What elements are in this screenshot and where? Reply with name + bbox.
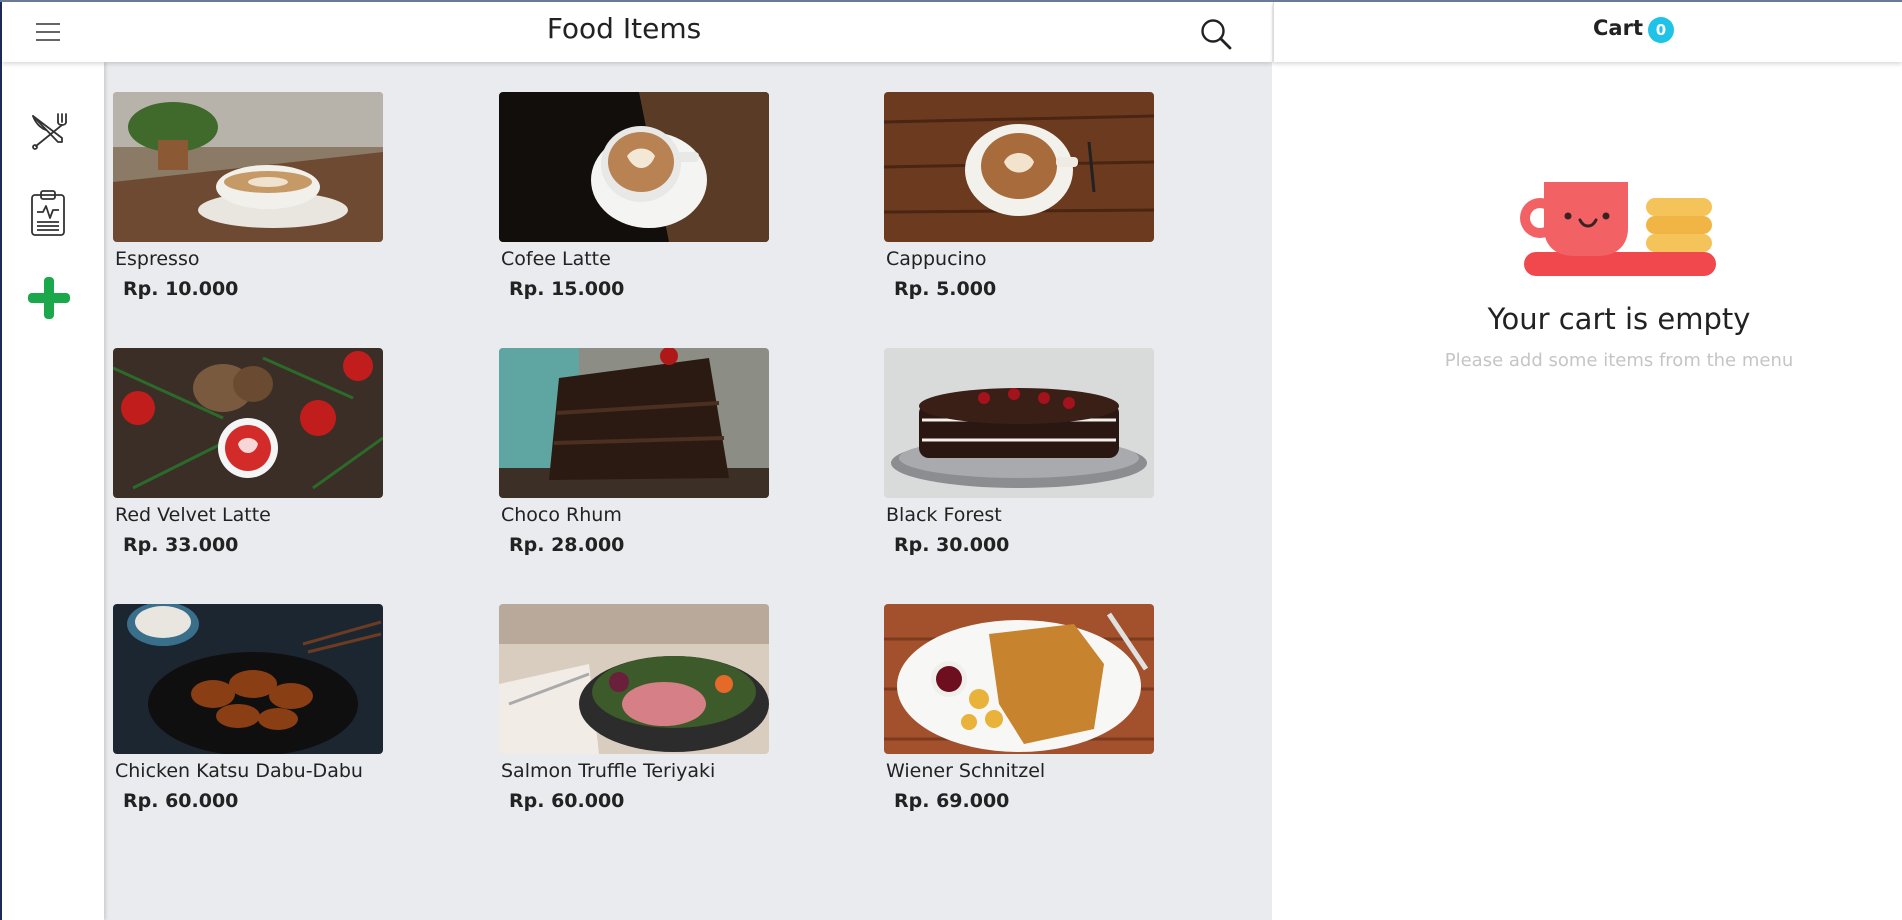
product-card[interactable]: Black Forest Rp. 30.000	[884, 348, 1154, 556]
chicken-katsu-image	[113, 604, 383, 754]
empty-cart-cup-illustration	[1520, 182, 1716, 276]
product-price: Rp. 5.000	[894, 278, 997, 300]
product-price: Rp. 60.000	[123, 790, 239, 812]
product-price: Rp. 10.000	[123, 278, 239, 300]
product-price: Rp. 30.000	[894, 534, 1010, 556]
product-name: Salmon Truffle Teriyaki	[501, 760, 716, 782]
product-price: Rp. 60.000	[509, 790, 625, 812]
top-header: Food Items	[2, 2, 1272, 62]
cart-panel: Your cart is empty Please add some items…	[1273, 62, 1902, 920]
product-card[interactable]: Cofee Latte Rp. 15.000	[499, 92, 769, 300]
product-card[interactable]: Choco Rhum Rp. 28.000	[499, 348, 769, 556]
empty-cart-subtitle: Please add some items from the menu	[1444, 350, 1794, 371]
product-grid: Espresso Rp. 10.000 Cofee Latte Rp. 15.0…	[104, 62, 1272, 920]
product-name: Chicken Katsu Dabu-Dabu	[115, 760, 363, 782]
espresso-cup-image	[113, 92, 383, 242]
product-card[interactable]: Salmon Truffle Teriyaki Rp. 60.000	[499, 604, 769, 812]
fork-knife-icon-svg	[32, 113, 67, 150]
latte-art-image	[499, 92, 769, 242]
salmon-bowl-image	[499, 604, 769, 754]
empty-cart-title: Your cart is empty	[1487, 302, 1751, 336]
product-price: Rp. 15.000	[509, 278, 625, 300]
product-name: Red Velvet Latte	[115, 504, 271, 526]
product-price: Rp. 69.000	[894, 790, 1010, 812]
add-plus-icon[interactable]	[22, 270, 76, 324]
product-name: Cappucino	[886, 248, 987, 270]
product-name: Espresso	[115, 248, 200, 270]
red-velvet-latte-image	[113, 348, 383, 498]
product-card[interactable]: Espresso Rp. 10.000	[113, 92, 383, 300]
schnitzel-plate-image	[884, 604, 1154, 754]
add-plus-icon-svg	[28, 277, 70, 319]
product-price: Rp. 28.000	[509, 534, 625, 556]
cart-header: Cart 0	[1273, 2, 1902, 62]
product-name: Black Forest	[886, 504, 1002, 526]
search-icon[interactable]	[1198, 16, 1234, 52]
product-card[interactable]: Red Velvet Latte Rp. 33.000	[113, 348, 383, 556]
cart-count-badge: 0	[1648, 17, 1674, 43]
page-title: Food Items	[546, 12, 702, 45]
fork-knife-icon[interactable]	[22, 102, 76, 156]
product-name: Wiener Schnitzel	[886, 760, 1046, 782]
search-icon-svg	[1201, 19, 1232, 50]
sidebar-nav	[2, 62, 104, 920]
product-card[interactable]: Cappucino Rp. 5.000	[884, 92, 1154, 300]
product-card[interactable]: Chicken Katsu Dabu-Dabu Rp. 60.000	[113, 604, 383, 812]
chocolate-cake-slice-image	[499, 348, 769, 498]
cart-title: Cart	[1593, 16, 1643, 40]
product-name: Cofee Latte	[501, 248, 611, 270]
cappuccino-image	[884, 92, 1154, 242]
report-clipboard-icon[interactable]	[22, 186, 76, 240]
product-price: Rp. 33.000	[123, 534, 239, 556]
product-card[interactable]: Wiener Schnitzel Rp. 69.000	[884, 604, 1154, 812]
product-name: Choco Rhum	[501, 504, 622, 526]
report-clipboard-icon-svg	[31, 190, 65, 236]
black-forest-cake-image	[884, 348, 1154, 498]
